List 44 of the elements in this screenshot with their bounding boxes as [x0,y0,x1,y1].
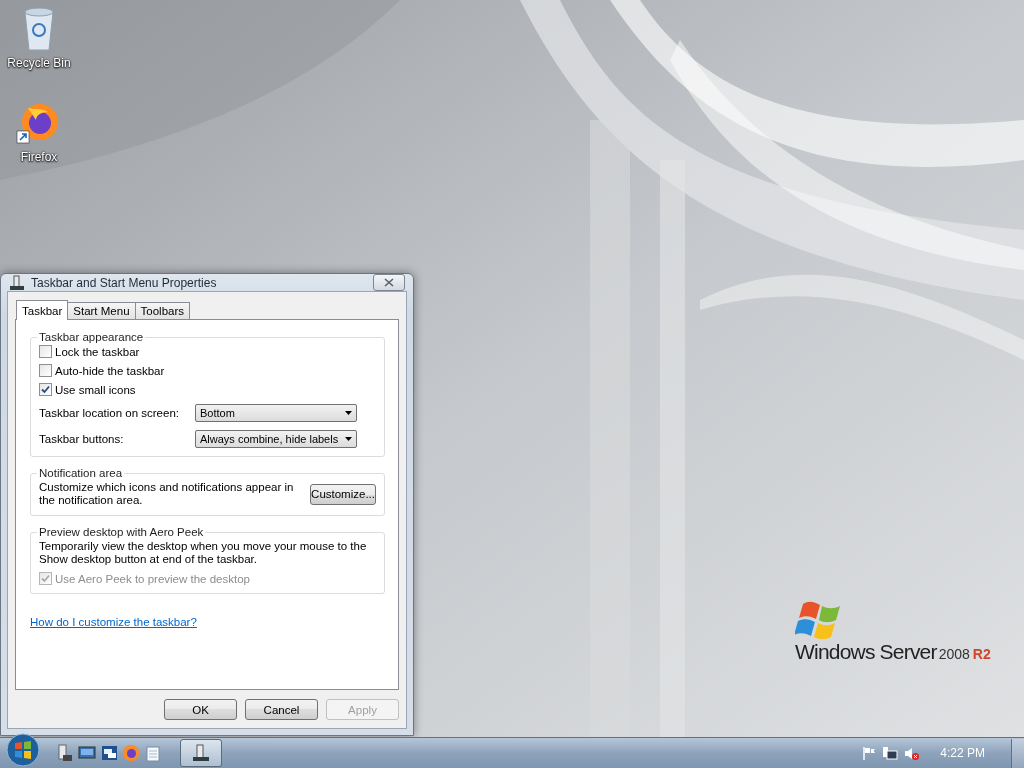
description-text: Temporarily view the desktop when you move your mouse to the Show desktop button at end of the taskbar. [39,540,368,566]
checkbox[interactable] [39,383,52,396]
description-text: Customize which icons and notifications appear in the notification area. [39,481,295,507]
window-title: Taskbar and Start Menu Properties [31,275,218,290]
checkbox-label[interactable]: Auto-hide the taskbar [55,364,165,377]
quick-launch-button[interactable] [120,742,142,764]
group-title: Taskbar appearance [38,331,145,343]
network-icon[interactable] [882,745,899,761]
group-title: Notification area [38,467,124,479]
tab[interactable]: Taskbar [16,300,69,320]
checkbox-label[interactable]: Lock the taskbar [55,345,140,358]
caret-icon [345,437,352,441]
brand-edition: R2 [972,646,991,662]
close-icon [384,278,394,287]
browser-icon [122,744,140,762]
dropdown[interactable]: Bottom [195,404,357,422]
customize-button[interactable]: Customize... [310,483,376,505]
close-button[interactable] [373,274,405,291]
show-desktop-button[interactable] [1011,738,1024,768]
group-title: Preview desktop with Aero Peek [38,526,205,538]
help-link[interactable]: How do I customize the taskbar? [30,616,197,628]
server-icon [57,744,73,762]
monitor-icon [78,745,96,761]
caret-icon [345,411,352,415]
field-label: Taskbar location on screen: [39,407,180,419]
taskbar-properties-icon [192,744,210,762]
dialog-button[interactable]: Cancel [245,699,318,720]
tab[interactable]: Toolbars [134,302,190,319]
windows-flag-logo [795,600,843,642]
flag-icon[interactable] [862,746,877,760]
checkbox[interactable] [39,345,52,358]
brand-name: Windows Server [795,640,937,664]
volume-muted-icon[interactable] [904,745,921,761]
notepad-icon [146,744,160,762]
field-label: Taskbar buttons: [39,433,125,445]
dialog-button[interactable]: OK [164,699,237,720]
checkbox-label[interactable]: Use small icons [55,383,136,396]
taskbar-window-button[interactable] [180,739,222,767]
tab[interactable]: Start Menu [67,302,136,319]
dropdown[interactable]: Always combine, hide labels [195,430,357,448]
brand-version: 2008 [938,646,970,662]
checkbox[interactable] [39,364,52,377]
windows-icon [100,745,118,761]
start-button[interactable] [4,732,42,768]
